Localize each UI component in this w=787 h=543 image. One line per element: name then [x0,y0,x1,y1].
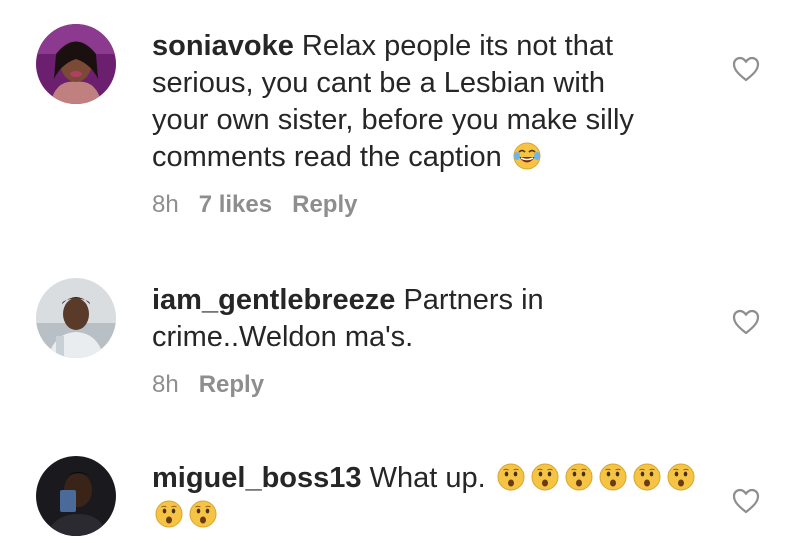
comment-text-line: Relax people its not that [301,30,614,62]
comment-meta: 8h 7 likes Reply [152,190,377,220]
comment-meta: 8h Reply [152,370,284,400]
comment-text: soniavoke Relax people its not that seri… [152,28,712,176]
comment-text-line: What up. [369,462,486,494]
reply-button[interactable]: Reply [199,371,264,398]
comment-text-line: Partners in [403,284,544,316]
comment-username[interactable]: iam_gentlebreeze [152,284,395,316]
heart-icon[interactable] [731,55,761,83]
heart-icon[interactable] [731,308,761,336]
comment-text: iam_gentlebreeze Partners in crime..Weld… [152,282,712,356]
hushed-face-icon [564,462,594,492]
hushed-face-icon [530,462,560,492]
hushed-face-icon [598,462,628,492]
hushed-face-icon [188,499,218,529]
comment-text-line: crime..Weldon ma's. [152,321,414,353]
comment-username[interactable]: miguel_boss13 [152,462,362,494]
avatar[interactable] [36,24,116,104]
comment-text-line: your own sister, before you make silly [152,104,634,136]
avatar[interactable] [36,456,116,536]
reply-button[interactable]: Reply [292,191,357,218]
heart-icon[interactable] [731,487,761,515]
hushed-face-icon [496,462,526,492]
hushed-face-icon [666,462,696,492]
comment-text-line: comments read the caption [152,141,502,173]
comment-time: 8h [152,371,179,398]
likes-count-link[interactable]: 7 likes [199,191,272,218]
comment-text: miguel_boss13 What up. [152,460,712,534]
comment-text-line: serious, you cant be a Lesbian with [152,67,605,99]
comment-time: 8h [152,191,179,218]
hushed-face-icon [154,499,184,529]
comment-username[interactable]: soniavoke [152,30,294,62]
hushed-face-icon [632,462,662,492]
avatar[interactable] [36,278,116,358]
face-with-tears-of-joy-icon [512,141,542,171]
